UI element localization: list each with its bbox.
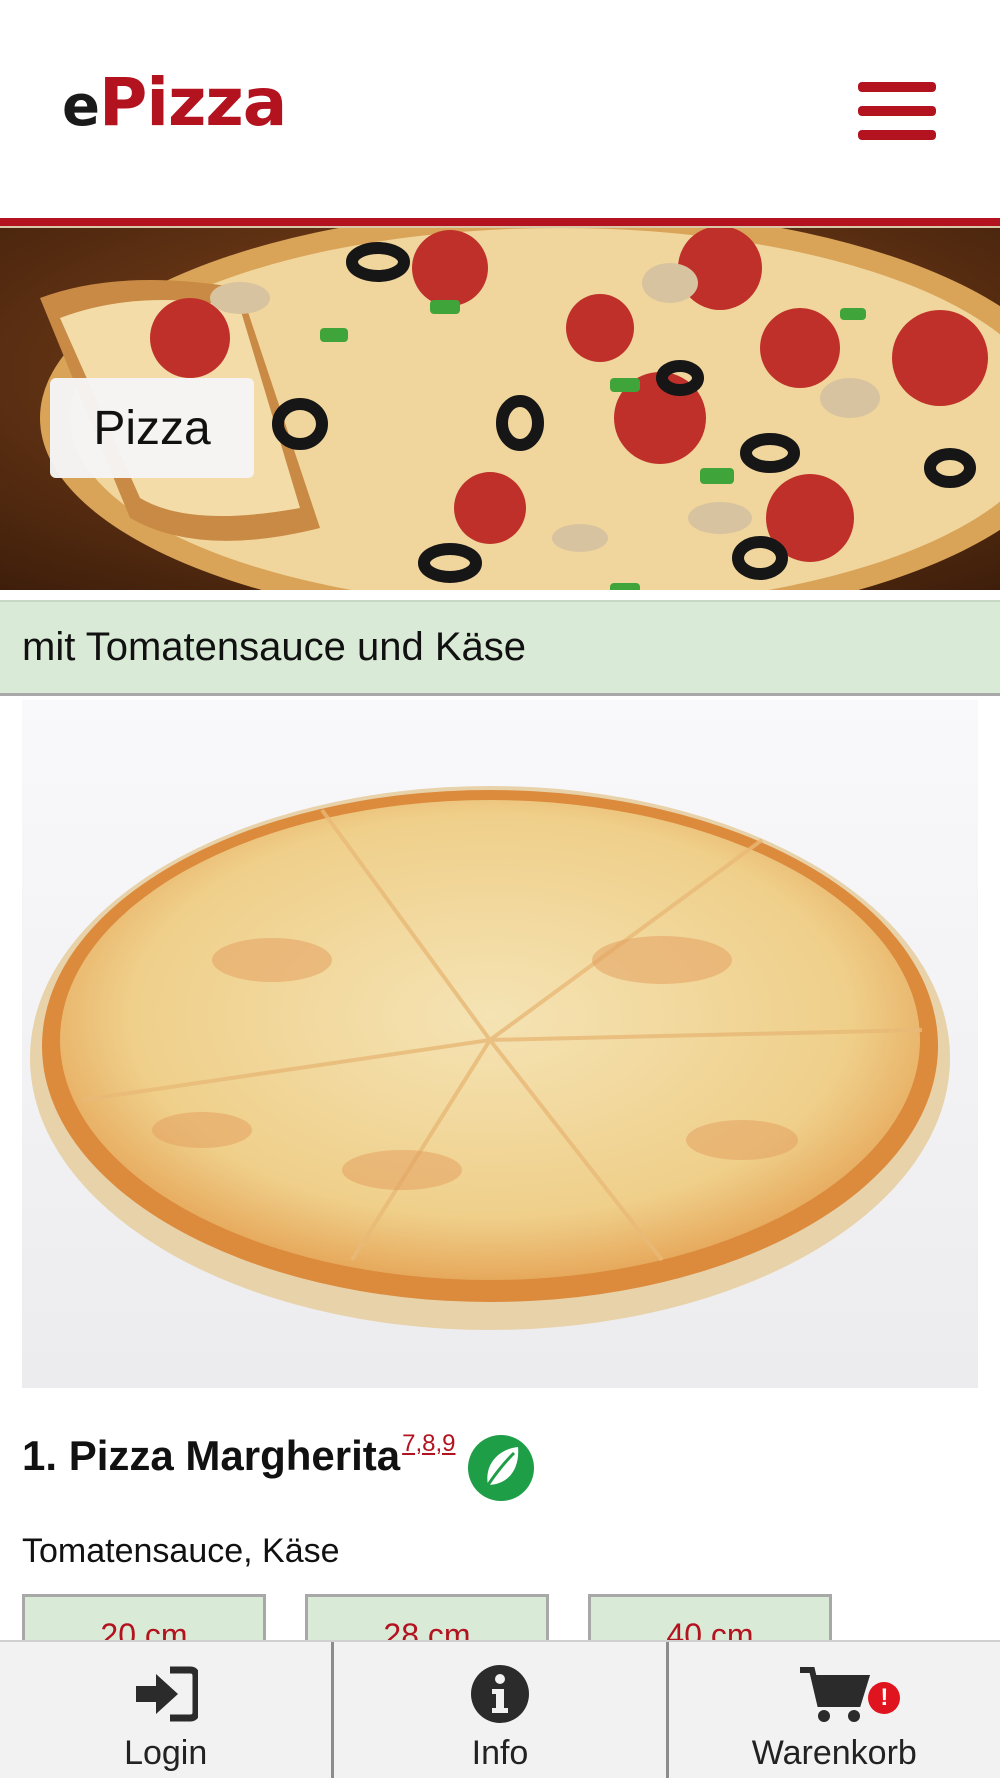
epizza-logo[interactable]: ePizza — [62, 70, 287, 139]
nav-login-label: Login — [124, 1734, 208, 1772]
category-title: Pizza — [50, 378, 254, 478]
app-header: ePizza — [0, 0, 1000, 218]
product-image[interactable] — [22, 700, 978, 1388]
logo-prefix: e — [62, 74, 100, 139]
info-icon — [470, 1664, 530, 1724]
login-icon — [134, 1664, 198, 1724]
product-title-row: 1. Pizza Margherita 7,8,9 — [22, 1430, 456, 1480]
bottom-navigation: Login Info ! Warenkorb — [0, 1640, 1000, 1778]
product-name: 1. Pizza Margherita — [22, 1432, 401, 1479]
hamburger-menu-icon[interactable] — [858, 82, 936, 148]
nav-info-label: Info — [471, 1734, 529, 1772]
cart-alert-badge: ! — [868, 1682, 901, 1714]
nav-cart-label: Warenkorb — [751, 1734, 917, 1772]
category-subtitle: mit Tomatensauce und Käse — [0, 600, 1000, 696]
margherita-illustration — [30, 786, 950, 1330]
logo-main: Pizza — [98, 64, 287, 141]
nav-cart[interactable]: ! Warenkorb — [665, 1642, 1000, 1778]
nav-login[interactable]: Login — [0, 1642, 331, 1778]
cart-icon: ! — [798, 1664, 901, 1724]
header-divider — [0, 218, 1000, 226]
leaf-icon — [468, 1435, 534, 1501]
product-description: Tomatensauce, Käse — [22, 1532, 340, 1570]
allergen-link[interactable]: 7,8,9 — [402, 1430, 455, 1458]
nav-info[interactable]: Info — [331, 1642, 665, 1778]
category-banner-image: Pizza — [0, 228, 1000, 590]
